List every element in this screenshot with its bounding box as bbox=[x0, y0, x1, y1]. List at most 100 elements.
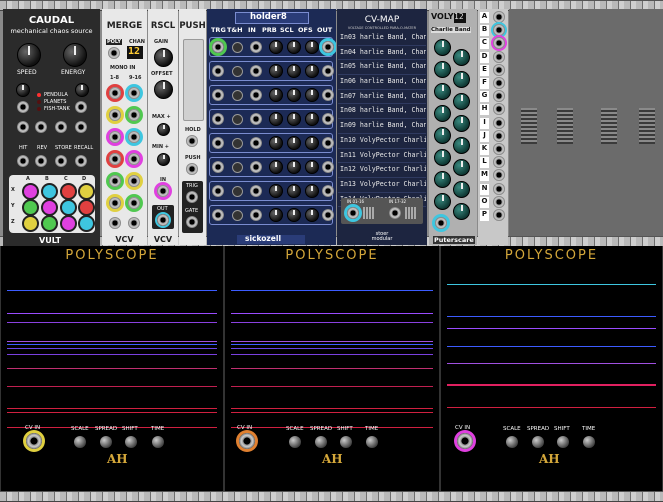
voly-letter-jack[interactable] bbox=[493, 143, 505, 155]
time-knob[interactable] bbox=[366, 436, 378, 448]
caudal-jack-2[interactable] bbox=[75, 101, 87, 113]
holder8-knob[interactable] bbox=[305, 160, 319, 174]
voly-letter-jack[interactable] bbox=[493, 50, 505, 63]
merge-in[interactable] bbox=[128, 217, 140, 229]
matrix-cell[interactable] bbox=[22, 199, 39, 216]
time-knob[interactable] bbox=[152, 436, 164, 448]
shift-knob[interactable] bbox=[557, 436, 569, 448]
holder8-jack[interactable] bbox=[322, 89, 334, 101]
matrix-cell[interactable] bbox=[60, 215, 77, 232]
max-knob[interactable] bbox=[157, 123, 170, 136]
hold-jack[interactable] bbox=[186, 135, 198, 147]
time-knob[interactable] bbox=[583, 436, 595, 448]
merge-in[interactable] bbox=[109, 87, 121, 99]
scale-knob[interactable] bbox=[289, 436, 301, 448]
push-jack[interactable] bbox=[186, 163, 198, 175]
holder8-jack[interactable] bbox=[250, 113, 262, 125]
cvmap-row[interactable]: In11 VolyPector Charlie bbox=[338, 149, 426, 164]
holder8-jack[interactable] bbox=[250, 41, 262, 53]
voly-letter-jack[interactable] bbox=[493, 37, 505, 50]
spread-knob[interactable] bbox=[315, 436, 327, 448]
voly-out-jack[interactable] bbox=[435, 217, 447, 229]
voly-channel-knob[interactable] bbox=[453, 49, 470, 66]
holder8-mode-button[interactable] bbox=[232, 90, 243, 101]
cvmap-row[interactable]: In10 VolyPector Charlie bbox=[338, 134, 426, 149]
holder8-mode-button[interactable] bbox=[232, 114, 243, 125]
matrix-cell[interactable] bbox=[41, 199, 58, 216]
holder8-knob[interactable] bbox=[305, 64, 319, 78]
voly-channel-knob[interactable] bbox=[453, 115, 470, 132]
cv-in-jack[interactable] bbox=[26, 433, 42, 449]
energy-knob[interactable] bbox=[63, 43, 87, 67]
merge-in[interactable] bbox=[128, 131, 140, 143]
caudal-jack-3[interactable] bbox=[17, 121, 29, 133]
hit-jack[interactable] bbox=[17, 155, 29, 167]
spread-knob[interactable] bbox=[100, 436, 112, 448]
merge-in[interactable] bbox=[109, 175, 121, 187]
min-knob[interactable] bbox=[157, 153, 170, 166]
voly-channel-knob[interactable] bbox=[453, 181, 470, 198]
holder8-knob[interactable] bbox=[305, 136, 319, 150]
holder8-knob[interactable] bbox=[305, 40, 319, 54]
holder8-jack[interactable] bbox=[250, 161, 262, 173]
spread-knob[interactable] bbox=[532, 436, 544, 448]
holder8-knob[interactable] bbox=[269, 40, 283, 54]
holder8-jack[interactable] bbox=[212, 113, 224, 125]
voly-letter-jack[interactable] bbox=[493, 129, 505, 142]
shift-knob[interactable] bbox=[340, 436, 352, 448]
merge-in[interactable] bbox=[109, 109, 121, 121]
holder8-knob[interactable] bbox=[269, 160, 283, 174]
voly-letter-jack[interactable] bbox=[493, 11, 505, 23]
holder8-jack[interactable] bbox=[322, 161, 334, 173]
store-jack[interactable] bbox=[55, 155, 67, 167]
voly-channel-knob[interactable] bbox=[434, 61, 451, 78]
holder8-knob[interactable] bbox=[269, 208, 283, 222]
matrix-cell[interactable] bbox=[41, 215, 58, 232]
matrix-cell[interactable] bbox=[22, 215, 39, 232]
matrix-cell[interactable] bbox=[22, 183, 39, 200]
voly-letter-jack[interactable] bbox=[493, 116, 505, 129]
matrix-cell[interactable] bbox=[60, 199, 77, 216]
gate-jack[interactable] bbox=[186, 216, 198, 228]
matrix-cell[interactable] bbox=[78, 199, 95, 216]
holder8-knob[interactable] bbox=[305, 208, 319, 222]
holder8-knob[interactable] bbox=[305, 112, 319, 126]
cvmap-in2-jack[interactable] bbox=[389, 207, 401, 219]
holder8-jack[interactable] bbox=[322, 185, 334, 197]
holder8-jack[interactable] bbox=[212, 89, 224, 101]
holder8-mode-button[interactable] bbox=[232, 186, 243, 197]
voly-channel-knob[interactable] bbox=[434, 105, 451, 122]
voly-channel-knob[interactable] bbox=[434, 171, 451, 188]
voly-channel-knob[interactable] bbox=[453, 203, 470, 220]
cvmap-row[interactable]: In05 harlie Band, Channe bbox=[338, 60, 426, 76]
voly-letter-jack[interactable] bbox=[493, 169, 505, 182]
holder8-mode-button[interactable] bbox=[232, 162, 243, 173]
cvmap-row[interactable]: In04 harlie Band, Channe bbox=[338, 46, 426, 61]
holder8-jack[interactable] bbox=[322, 113, 334, 125]
cvmap-row[interactable]: In07 harlie Band, Channe bbox=[338, 90, 426, 105]
holder8-knob[interactable] bbox=[269, 64, 283, 78]
scale-knob[interactable] bbox=[506, 436, 518, 448]
holder8-jack[interactable] bbox=[250, 65, 262, 77]
mode-planets[interactable]: PLANETS bbox=[44, 99, 66, 105]
gain-knob[interactable] bbox=[154, 48, 173, 67]
holder8-jack[interactable] bbox=[212, 209, 224, 221]
merge-in[interactable] bbox=[128, 175, 140, 187]
holder8-mode-button[interactable] bbox=[232, 138, 243, 149]
caudal-jack-4[interactable] bbox=[35, 121, 47, 133]
caudal-jack-6[interactable] bbox=[75, 121, 87, 133]
energy-mod-knob[interactable] bbox=[75, 83, 89, 97]
speed-knob[interactable] bbox=[17, 43, 41, 67]
cvmap-row[interactable]: In09 harlie Band, Channe bbox=[338, 119, 426, 134]
recall-jack[interactable] bbox=[75, 155, 87, 167]
merge-in[interactable] bbox=[128, 87, 140, 99]
voly-channel-knob[interactable] bbox=[434, 149, 451, 166]
voly-letter-jack[interactable] bbox=[493, 156, 505, 169]
voly-letter-jack[interactable] bbox=[493, 103, 505, 116]
holder8-knob[interactable] bbox=[287, 40, 301, 54]
holder8-jack[interactable] bbox=[212, 161, 224, 173]
voly-channel-knob[interactable] bbox=[434, 193, 451, 210]
cvmap-row[interactable]: In08 harlie Band, Channe bbox=[338, 104, 426, 120]
holder8-jack[interactable] bbox=[212, 65, 224, 77]
voly-channel-knob[interactable] bbox=[434, 39, 451, 56]
